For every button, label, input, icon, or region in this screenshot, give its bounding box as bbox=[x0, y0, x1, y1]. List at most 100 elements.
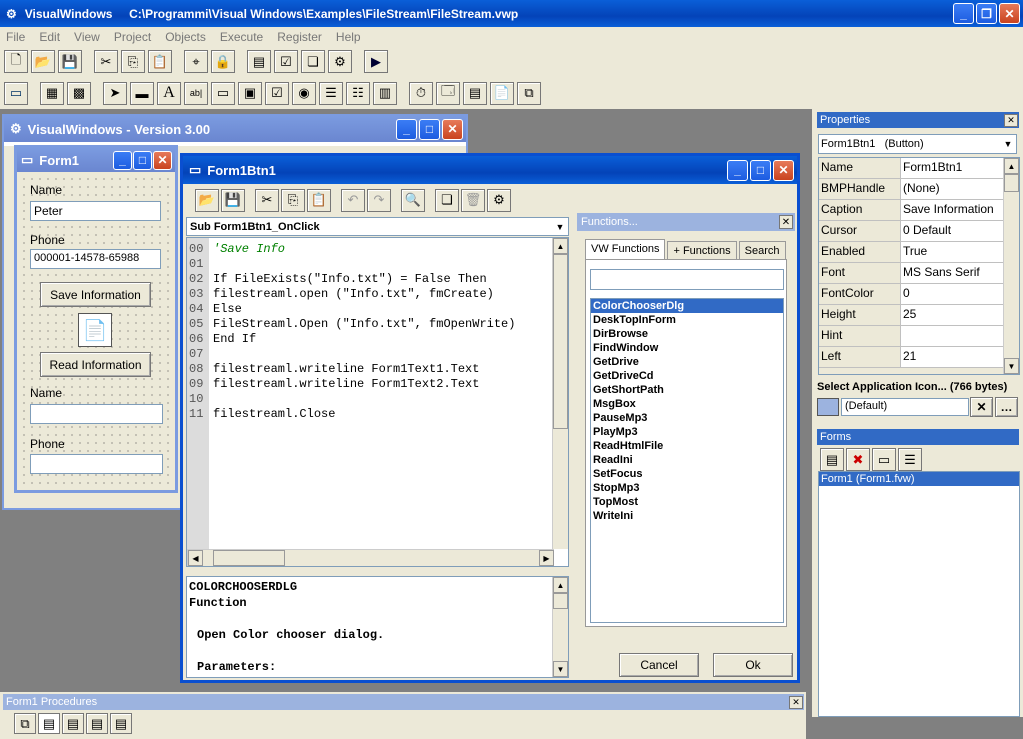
cut-icon[interactable]: ✂ bbox=[94, 50, 118, 73]
property-row[interactable]: Caption Save Information bbox=[819, 200, 1003, 221]
property-scrollbar[interactable]: ▲ ▼ bbox=[1003, 158, 1019, 374]
pages-icon[interactable]: ▦ bbox=[40, 81, 64, 105]
function-list-item[interactable]: TopMost bbox=[591, 495, 783, 509]
name-textbox[interactable]: Peter bbox=[30, 201, 161, 221]
minimize-button[interactable]: _ bbox=[953, 3, 974, 24]
windows-icon[interactable]: ❏ bbox=[301, 50, 325, 73]
menu-item[interactable]: Objects bbox=[165, 30, 206, 44]
redo-icon[interactable]: ↷ bbox=[367, 188, 391, 212]
find-icon[interactable]: 🔍 bbox=[401, 188, 425, 212]
minimize-button[interactable]: _ bbox=[113, 150, 132, 170]
save-information-button[interactable]: Save Information bbox=[40, 282, 151, 307]
close-button[interactable]: ✕ bbox=[999, 3, 1020, 24]
property-row[interactable]: BMPHandle (None) bbox=[819, 179, 1003, 200]
run-icon[interactable]: ▶ bbox=[364, 50, 388, 73]
phone-textbox-2[interactable] bbox=[30, 454, 163, 474]
chevron-down-icon[interactable]: ▼ bbox=[552, 222, 568, 232]
close-button[interactable]: ✕ bbox=[153, 150, 172, 170]
form-list-icon[interactable]: ☰ bbox=[898, 448, 922, 471]
save-icon[interactable]: 💾 bbox=[221, 188, 245, 212]
dialog-tool-icon[interactable]: 🗔 bbox=[436, 81, 460, 105]
function-list-item[interactable]: GetShortPath bbox=[591, 383, 783, 397]
media-tool-icon[interactable]: ▤ bbox=[463, 81, 487, 105]
align-icon[interactable]: ⌖ bbox=[184, 50, 208, 73]
scroll-up-icon[interactable]: ▲ bbox=[553, 577, 568, 593]
maximize-button[interactable]: □ bbox=[133, 150, 152, 170]
scroll-up-icon[interactable]: ▲ bbox=[1004, 158, 1019, 174]
procedure-view-1-icon[interactable]: ▤ bbox=[38, 713, 60, 734]
cancel-button[interactable]: Cancel bbox=[619, 653, 699, 677]
function-filter-input[interactable] bbox=[590, 269, 784, 290]
procedure-view-2-icon[interactable]: ▤ bbox=[62, 713, 84, 734]
memo-tool-icon[interactable]: ▭ bbox=[211, 81, 235, 105]
textbox-tool-icon[interactable]: ab| bbox=[184, 81, 208, 105]
property-value[interactable]: 25 bbox=[901, 305, 1003, 325]
scroll-thumb[interactable] bbox=[553, 593, 568, 609]
form-list-icon[interactable]: ▤ bbox=[247, 50, 271, 73]
function-list-item[interactable]: PauseMp3 bbox=[591, 411, 783, 425]
function-list-item[interactable]: WriteIni bbox=[591, 509, 783, 523]
tab-search[interactable]: Search bbox=[738, 241, 786, 260]
new-form-icon[interactable]: ▭ bbox=[4, 81, 28, 105]
browse-icon-button[interactable]: … bbox=[995, 397, 1018, 417]
minimize-button[interactable]: _ bbox=[396, 118, 417, 140]
function-list-item[interactable]: GetDriveCd bbox=[591, 369, 783, 383]
lock-icon[interactable]: 🔒 bbox=[211, 50, 235, 73]
scroll-thumb[interactable] bbox=[1004, 174, 1019, 192]
maximize-button[interactable]: □ bbox=[750, 159, 771, 181]
chevron-down-icon[interactable]: ▼ bbox=[1000, 139, 1016, 149]
new-form-icon[interactable]: ▭ bbox=[872, 448, 896, 471]
function-list-item[interactable]: FindWindow bbox=[591, 341, 783, 355]
procedure-view-4-icon[interactable]: ▤ bbox=[110, 713, 132, 734]
property-row[interactable]: Font MS Sans Serif bbox=[819, 263, 1003, 284]
property-value[interactable] bbox=[901, 326, 1003, 346]
property-row[interactable]: Left 21 bbox=[819, 347, 1003, 368]
property-value[interactable]: Form1Btn1 bbox=[901, 158, 1003, 178]
ini-tool-icon[interactable]: ⧉ bbox=[517, 81, 541, 105]
book-icon[interactable]: ▩ bbox=[67, 81, 91, 105]
maximize-button[interactable]: □ bbox=[419, 118, 440, 140]
tab-vw-functions[interactable]: VW Functions bbox=[585, 239, 666, 260]
scroll-left-icon[interactable]: ◀ bbox=[188, 550, 203, 566]
paste-icon[interactable]: 📋 bbox=[148, 50, 172, 73]
paste-icon[interactable]: 📋 bbox=[307, 188, 331, 212]
menu-item[interactable]: Edit bbox=[39, 30, 60, 44]
menu-item[interactable]: Register bbox=[277, 30, 322, 44]
label-tool-icon[interactable]: A bbox=[157, 81, 181, 105]
close-icon[interactable]: ✕ bbox=[789, 695, 803, 709]
button-tool-icon[interactable]: ▬ bbox=[130, 81, 154, 105]
forms-list-item[interactable]: Form1 (Form1.fvw) bbox=[819, 472, 1019, 486]
close-button[interactable]: ✕ bbox=[773, 159, 794, 181]
form-properties-icon[interactable]: ▤ bbox=[820, 448, 844, 471]
menu-item[interactable]: Execute bbox=[220, 30, 263, 44]
properties-icon[interactable]: ☑ bbox=[274, 50, 298, 73]
property-value[interactable]: True bbox=[901, 242, 1003, 262]
clear-icon[interactable]: 🗑 bbox=[461, 188, 485, 212]
clear-icon-button[interactable]: ✕ bbox=[970, 397, 993, 417]
code-horizontal-scrollbar[interactable]: ◀ ▶ bbox=[187, 549, 554, 566]
undo-icon[interactable]: ↶ bbox=[341, 188, 365, 212]
listbox-tool-icon[interactable]: ☰ bbox=[319, 81, 343, 105]
code-area[interactable]: 00 'Save Info 01 02 If FileExists("Info.txt"… bbox=[186, 237, 569, 567]
property-row[interactable]: Cursor 0 Default bbox=[819, 221, 1003, 242]
open-folder-icon[interactable]: 📂 bbox=[195, 188, 219, 212]
menu-item[interactable]: Help bbox=[336, 30, 361, 44]
scroll-thumb[interactable] bbox=[553, 254, 568, 429]
timer-tool-icon[interactable]: ⏱ bbox=[409, 81, 433, 105]
function-list-item[interactable]: ColorChooserDlg bbox=[591, 299, 783, 313]
read-information-button[interactable]: Read Information bbox=[40, 352, 151, 377]
help-vertical-scrollbar[interactable]: ▲ ▼ bbox=[552, 577, 568, 677]
property-row[interactable]: Height 25 bbox=[819, 305, 1003, 326]
open-folder-icon[interactable]: 📂 bbox=[31, 50, 55, 73]
function-list-item[interactable]: DeskTopInForm bbox=[591, 313, 783, 327]
scroll-down-icon[interactable]: ▼ bbox=[553, 661, 568, 677]
icon-path-field[interactable]: (Default) bbox=[841, 398, 969, 416]
property-value[interactable]: 21 bbox=[901, 347, 1003, 367]
property-value[interactable]: 0 Default bbox=[901, 221, 1003, 241]
function-list-item[interactable]: ReadHtmlFile bbox=[591, 439, 783, 453]
new-file-icon[interactable]: 🗋 bbox=[4, 50, 28, 73]
scroll-up-icon[interactable]: ▲ bbox=[553, 238, 568, 254]
filestream-tool-icon[interactable]: 📄 bbox=[490, 81, 514, 105]
code-vertical-scrollbar[interactable]: ▲ bbox=[552, 238, 568, 549]
tab-plus-functions[interactable]: + Functions bbox=[667, 241, 737, 260]
